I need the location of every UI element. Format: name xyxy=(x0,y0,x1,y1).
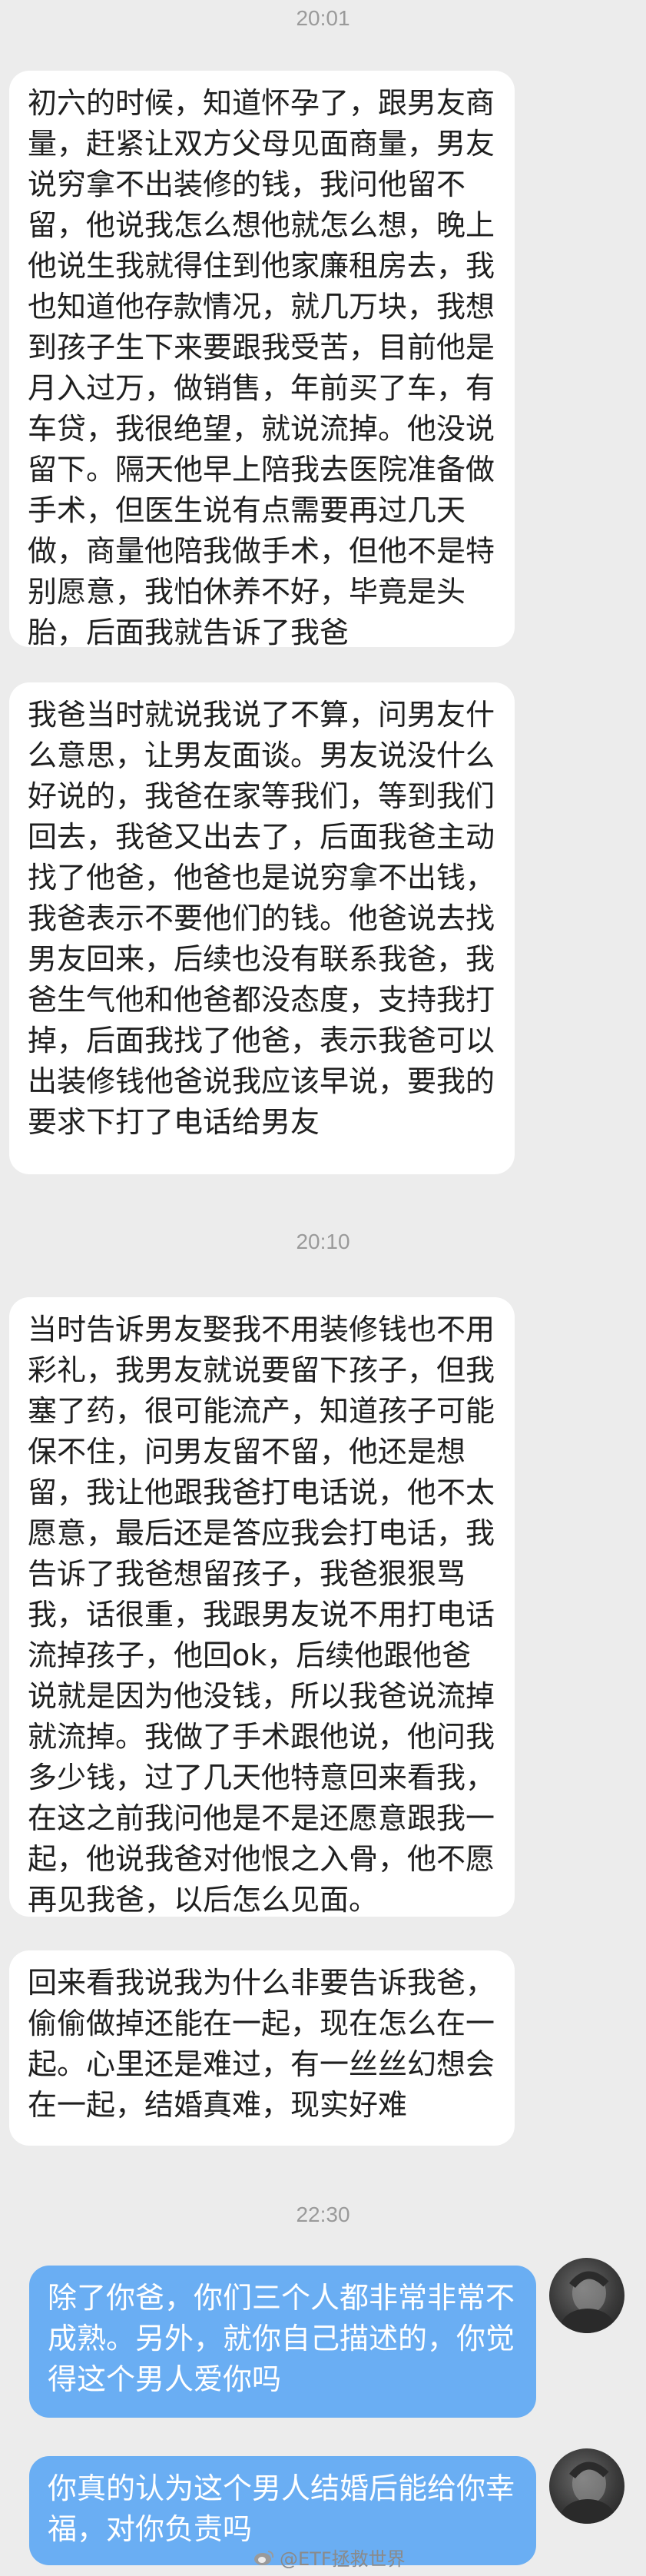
avatar-photo-icon xyxy=(560,2271,615,2333)
incoming-message[interactable]: 当时告诉男友娶我不用装修钱也不用彩礼，我男友就说要留下孩子，但我塞了药，很可能流… xyxy=(9,1297,515,1917)
weibo-logo-icon xyxy=(254,2550,274,2565)
incoming-message[interactable]: 回来看我说我为什么非要告诉我爸，偷偷做掉还能在一起，现在怎么在一起。心里还是难过… xyxy=(9,1950,515,2146)
timestamp: 20:10 xyxy=(296,1230,350,1253)
avatar-photo-icon xyxy=(560,2461,615,2524)
timestamp: 20:01 xyxy=(296,6,350,30)
avatar[interactable] xyxy=(549,2448,624,2524)
watermark: @ETF拯救世界 xyxy=(253,2544,406,2571)
incoming-message[interactable]: 初六的时候，知道怀孕了，跟男友商量，赶紧让双方父母见面商量，男友说穷拿不出装修的… xyxy=(9,71,515,649)
timestamp: 22:30 xyxy=(296,2203,350,2226)
incoming-message[interactable]: 我爸当时就说我说了不算，问男友什么意思，让男友面谈。男友说没什么好说的，我爸在家… xyxy=(9,682,515,1174)
watermark-text: @ETF拯救世界 xyxy=(280,2548,406,2570)
avatar[interactable] xyxy=(549,2258,624,2333)
outgoing-message[interactable]: 除了你爸，你们三个人都非常非常不成熟。另外，就你自己描述的，你觉得这个男人爱你吗 xyxy=(29,2266,536,2418)
